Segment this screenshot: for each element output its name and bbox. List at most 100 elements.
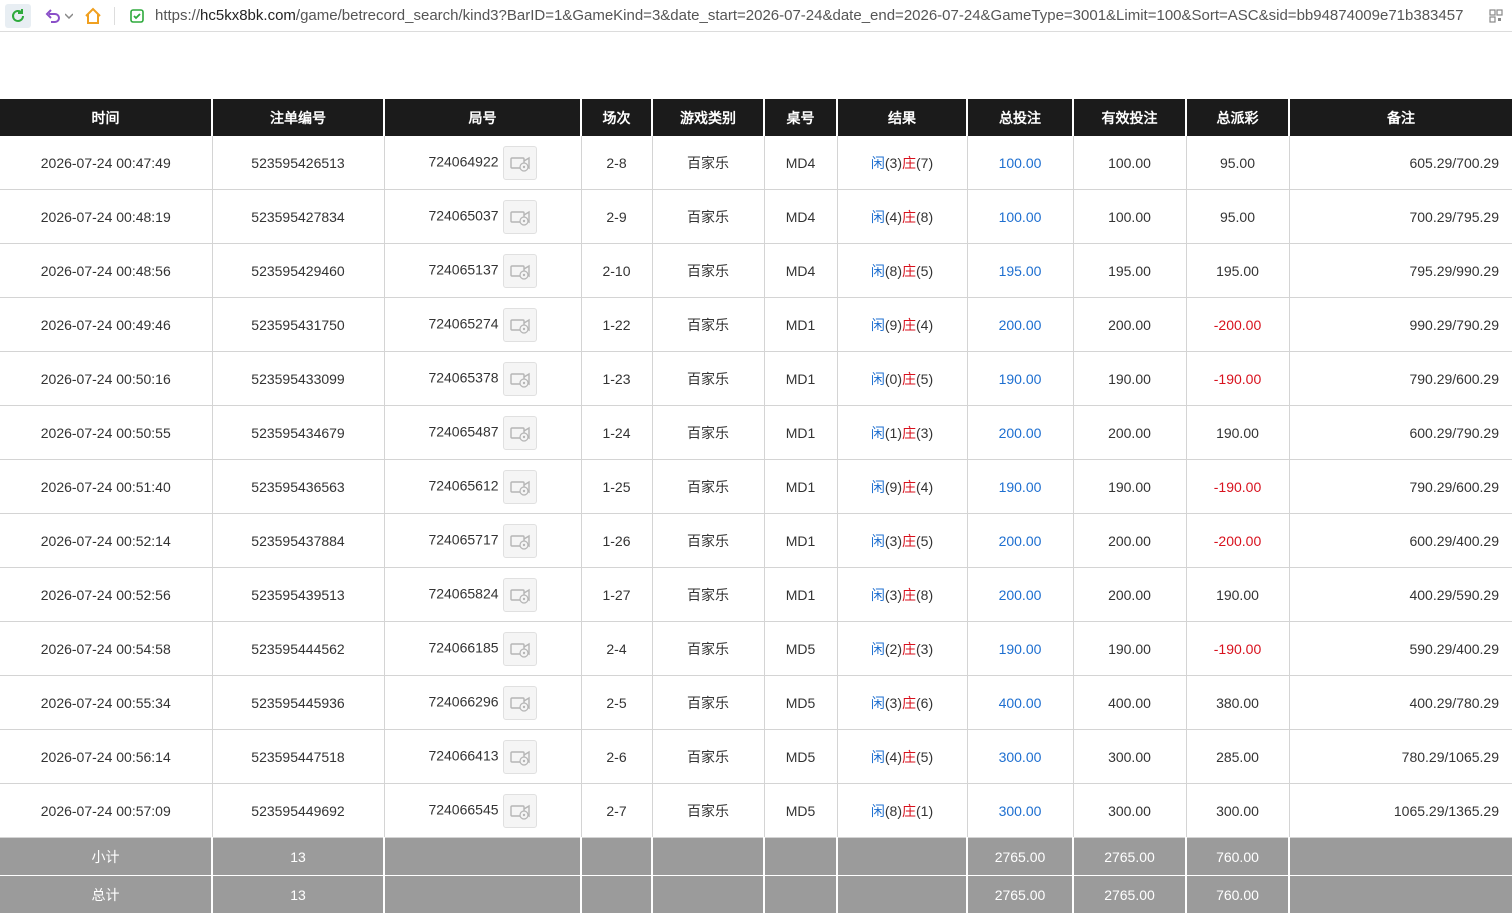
- cell-result: 闲(3)庄(8): [837, 567, 968, 622]
- cell-valid-bet: 200.00: [1073, 405, 1187, 460]
- cell-table: MD5: [764, 675, 838, 730]
- video-replay-icon[interactable]: [502, 577, 537, 612]
- sum-valid-bet: 2765.00: [1073, 837, 1187, 876]
- round-number: 724065274: [428, 315, 499, 332]
- qr-code-icon[interactable]: [1486, 4, 1506, 28]
- sum-empty: [384, 875, 582, 914]
- result-banker-label: 庄: [902, 748, 916, 765]
- cell-game-type: 百家乐: [652, 513, 765, 568]
- cell-table: MD5: [764, 621, 838, 676]
- video-replay-icon[interactable]: [502, 145, 537, 180]
- cell-result: 闲(1)庄(3): [837, 405, 968, 460]
- cell-round: 724065824: [384, 567, 582, 622]
- chevron-down-icon[interactable]: [64, 4, 74, 28]
- sum-empty: [652, 837, 765, 876]
- cell-note: 590.29/400.29: [1289, 621, 1512, 676]
- result-banker-score: (5): [916, 370, 934, 387]
- video-replay-icon[interactable]: [502, 793, 537, 828]
- cell-total-bet[interactable]: 100.00: [967, 136, 1074, 190]
- result-banker-label: 庄: [902, 316, 916, 333]
- cell-game-type: 百家乐: [652, 783, 765, 838]
- cell-table: MD4: [764, 189, 838, 244]
- cell-total-bet[interactable]: 200.00: [967, 405, 1074, 460]
- header-col-session: 场次: [581, 99, 653, 136]
- video-replay-icon[interactable]: [502, 469, 537, 504]
- cell-round: 724065612: [384, 459, 582, 514]
- cell-time: 2026-07-24 00:49:46: [0, 297, 213, 352]
- cell-session: 1-24: [581, 405, 653, 460]
- cell-time: 2026-07-24 00:50:16: [0, 351, 213, 406]
- cell-round: 724065274: [384, 297, 582, 352]
- cell-round: 724065137: [384, 243, 582, 298]
- video-replay-icon[interactable]: [502, 685, 537, 720]
- cell-total-bet[interactable]: 190.00: [967, 351, 1074, 406]
- cell-bet-id: 523595436563: [212, 459, 385, 514]
- cell-payout: -190.00: [1186, 351, 1290, 406]
- result-player-label: 闲: [870, 802, 885, 819]
- cell-total-bet[interactable]: 100.00: [967, 189, 1074, 244]
- sum-total-bet: 2765.00: [967, 837, 1074, 876]
- video-replay-icon[interactable]: [502, 199, 537, 234]
- cell-total-bet[interactable]: 190.00: [967, 459, 1074, 514]
- refresh-icon[interactable]: [5, 4, 31, 28]
- result-player-score: (4): [884, 208, 902, 225]
- video-replay-icon[interactable]: [502, 415, 537, 450]
- cell-game-type: 百家乐: [652, 567, 765, 622]
- cell-time: 2026-07-24 00:51:40: [0, 459, 213, 514]
- cell-total-bet[interactable]: 200.00: [967, 513, 1074, 568]
- cell-round: 724065378: [384, 351, 582, 406]
- cell-total-bet[interactable]: 300.00: [967, 729, 1074, 784]
- cell-note: 400.29/780.29: [1289, 675, 1512, 730]
- cell-total-bet[interactable]: 195.00: [967, 243, 1074, 298]
- shield-check-icon[interactable]: [124, 4, 150, 28]
- cell-result: 闲(2)庄(3): [837, 621, 968, 676]
- table-header-row: 时间 注单编号 局号 场次 游戏类别 桌号 结果 总投注 有效投注 总派彩 备注: [0, 99, 1512, 136]
- cell-total-bet[interactable]: 200.00: [967, 567, 1074, 622]
- video-replay-icon[interactable]: [502, 631, 537, 666]
- result-banker-label: 庄: [902, 478, 916, 495]
- cell-table: MD1: [764, 297, 838, 352]
- video-replay-icon[interactable]: [502, 523, 537, 558]
- result-banker-score: (4): [916, 478, 934, 495]
- cell-note: 400.29/590.29: [1289, 567, 1512, 622]
- cell-table: MD1: [764, 513, 838, 568]
- undo-icon[interactable]: [40, 4, 66, 28]
- cell-round: 724065717: [384, 513, 582, 568]
- cell-total-bet[interactable]: 300.00: [967, 783, 1074, 838]
- video-replay-icon[interactable]: [502, 361, 537, 396]
- cell-total-bet[interactable]: 400.00: [967, 675, 1074, 730]
- result-banker-label: 庄: [902, 370, 916, 387]
- header-col-payout: 总派彩: [1186, 99, 1290, 136]
- cell-valid-bet: 300.00: [1073, 729, 1187, 784]
- cell-payout: 300.00: [1186, 783, 1290, 838]
- result-player-score: (8): [884, 262, 902, 279]
- cell-valid-bet: 300.00: [1073, 783, 1187, 838]
- video-replay-icon[interactable]: [502, 307, 537, 342]
- cell-total-bet[interactable]: 190.00: [967, 621, 1074, 676]
- video-replay-icon[interactable]: [502, 739, 537, 774]
- sum-valid-bet: 2765.00: [1073, 875, 1187, 914]
- home-icon[interactable]: [80, 4, 106, 28]
- cell-payout: 190.00: [1186, 567, 1290, 622]
- round-number: 724066296: [428, 693, 499, 710]
- cell-round: 724066413: [384, 729, 582, 784]
- cell-total-bet[interactable]: 200.00: [967, 297, 1074, 352]
- cell-note: 600.29/400.29: [1289, 513, 1512, 568]
- result-banker-score: (3): [916, 640, 934, 657]
- cell-note: 600.29/790.29: [1289, 405, 1512, 460]
- sum-note: [1289, 875, 1512, 914]
- address-bar[interactable]: https://hc5kx8bk.com/game/betrecord_sear…: [155, 0, 1490, 32]
- cell-time: 2026-07-24 00:47:49: [0, 136, 213, 190]
- cell-bet-id: 523595444562: [212, 621, 385, 676]
- cell-valid-bet: 190.00: [1073, 459, 1187, 514]
- cell-valid-bet: 200.00: [1073, 567, 1187, 622]
- cell-session: 1-25: [581, 459, 653, 514]
- sum-empty: [764, 875, 838, 914]
- cell-round: 724066545: [384, 783, 582, 838]
- result-player-score: (9): [884, 316, 902, 333]
- cell-result: 闲(4)庄(5): [837, 729, 968, 784]
- cell-session: 2-8: [581, 136, 653, 190]
- result-player-label: 闲: [870, 154, 885, 171]
- video-replay-icon[interactable]: [502, 253, 537, 288]
- cell-session: 2-7: [581, 783, 653, 838]
